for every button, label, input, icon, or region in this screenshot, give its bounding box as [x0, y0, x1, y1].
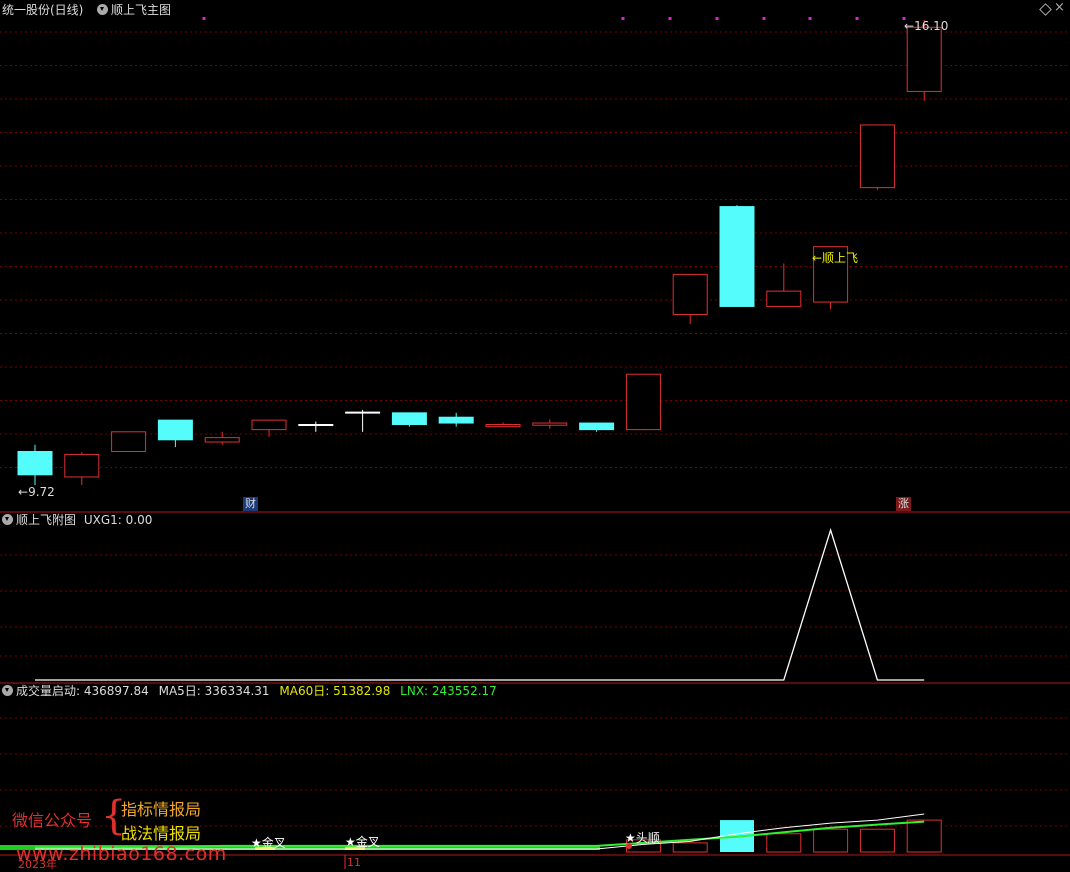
candle-body	[672, 273, 708, 315]
candle-body	[17, 450, 53, 476]
candle-body	[111, 431, 147, 452]
candle-body	[64, 453, 100, 478]
candle-body	[532, 422, 568, 426]
candle-body	[579, 422, 615, 431]
candle-body	[157, 419, 193, 441]
signal-golden-cross: ★金叉	[345, 835, 380, 849]
volume-bar	[766, 833, 802, 853]
volume-bar	[859, 828, 895, 853]
signal-golden-cross: ★金叉	[251, 836, 286, 850]
watermark-line1: 指标情报局	[121, 800, 202, 819]
watermark-line2: 战法情报局	[121, 824, 202, 843]
candle-body	[485, 424, 521, 428]
candle-body	[298, 424, 334, 427]
candle-body	[204, 437, 240, 443]
volume-bar	[672, 842, 708, 853]
candle-body	[251, 419, 287, 431]
badge-cai[interactable]: 财	[243, 497, 258, 511]
candle-body	[625, 373, 661, 431]
candle-body	[766, 290, 802, 307]
signal-head-shun: ★头顺	[625, 831, 660, 845]
candle-body	[719, 206, 755, 307]
signal-dot	[621, 17, 625, 20]
candle-body	[859, 124, 895, 189]
candle-body	[438, 416, 474, 424]
candle-body	[906, 26, 942, 92]
signal-dot	[202, 17, 206, 20]
volume-bar	[813, 828, 849, 853]
x-axis-month-label: 11	[347, 856, 361, 869]
watermark-wechat: 微信公众号	[12, 811, 93, 830]
low-price-label: ←9.72	[18, 485, 55, 499]
signal-dot	[668, 17, 672, 20]
volume-bar	[906, 819, 942, 853]
signal-label: ←顺上飞	[812, 251, 859, 265]
high-price-label: ←16.10	[904, 19, 949, 33]
signal-dot	[855, 17, 859, 20]
kline-chart[interactable]	[0, 0, 1070, 871]
badge-zhang[interactable]: 涨	[896, 497, 911, 511]
signal-dot	[715, 17, 719, 20]
watermark-url: www.zhibiao168.com	[16, 843, 227, 865]
candle-body	[345, 411, 381, 414]
signal-dot	[762, 17, 766, 20]
candle-body	[391, 412, 427, 426]
signal-dot	[808, 17, 812, 20]
uxg1-line	[35, 527, 925, 681]
